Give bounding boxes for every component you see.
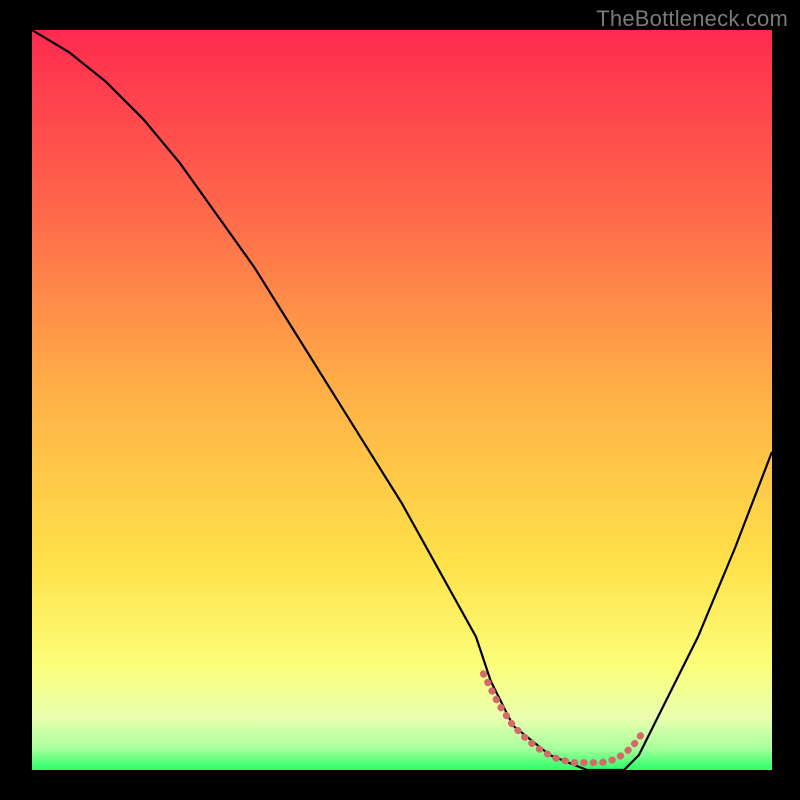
chart-container: TheBottleneck.com	[0, 0, 800, 800]
plot-area	[32, 30, 772, 770]
gradient-background	[32, 30, 772, 770]
chart-svg	[32, 30, 772, 770]
watermark-text: TheBottleneck.com	[596, 6, 788, 32]
